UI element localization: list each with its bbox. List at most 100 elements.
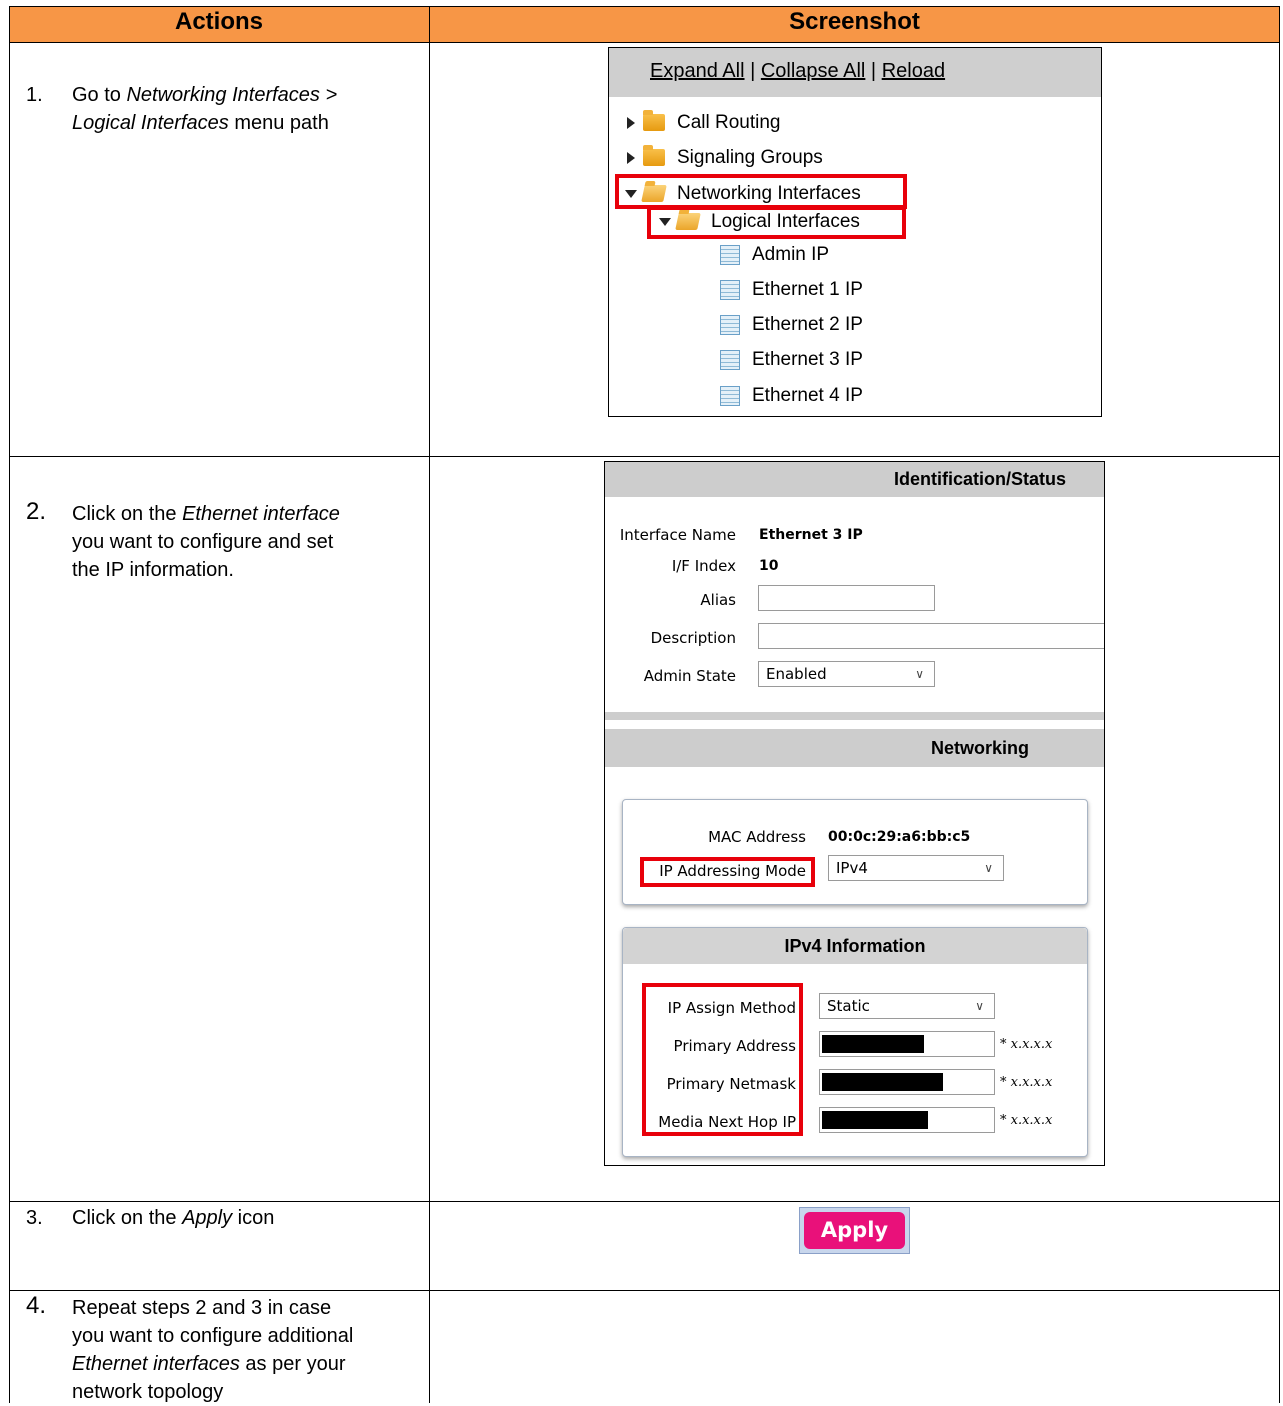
collapse-all-link[interactable]: Collapse All	[761, 60, 866, 82]
highlight-box	[642, 983, 803, 1136]
step-text: Go to Networking Interfaces > Logical In…	[72, 81, 402, 137]
tree-item-ethernet-3-ip[interactable]: Ethernet 3 IP	[720, 346, 863, 374]
tree-item-admin-ip[interactable]: Admin IP	[720, 241, 829, 269]
step-text-italic: Networking Interfaces >	[126, 84, 338, 106]
tree-item-label: Admin IP	[752, 244, 830, 265]
mac-address-label: MAC Address	[708, 828, 806, 846]
table-border-left	[9, 6, 10, 1403]
tree-item-label: Ethernet 2 IP	[752, 314, 863, 335]
expand-all-link[interactable]: Expand All	[650, 60, 745, 82]
step-text-part: network topology	[72, 1381, 224, 1403]
admin-state-select[interactable]: Enabled ∨	[758, 661, 935, 687]
interface-name-label: Interface Name	[619, 526, 736, 544]
table-divider	[9, 1201, 1280, 1202]
networking-panel: MAC Address 00:0c:29:a6:bb:c5 IP Address…	[622, 799, 1088, 905]
redacted-value	[822, 1111, 928, 1129]
section-divider	[605, 712, 1104, 720]
step-text-part: Click on the	[72, 1207, 183, 1229]
tree-item-call-routing[interactable]: Call Routing	[627, 109, 781, 137]
interface-config-form: Identification/Status Interface Name Eth…	[604, 461, 1105, 1166]
step-text: Click on the Ethernet interface you want…	[72, 500, 402, 584]
step-text: Repeat steps 2 and 3 in case you want to…	[72, 1294, 402, 1406]
tree-item-signaling-groups[interactable]: Signaling Groups	[627, 144, 823, 172]
step-text-part: you want to configure additional	[72, 1325, 354, 1347]
step-text-part: as per your	[239, 1353, 346, 1375]
step-text-part: Go to	[72, 84, 127, 106]
format-hint: * x.x.x.x	[1000, 1037, 1053, 1052]
folder-icon	[643, 145, 665, 167]
table-icon	[720, 314, 740, 335]
step-text-part: you want to configure and set	[72, 531, 334, 553]
expand-arrow-icon[interactable]	[627, 116, 635, 129]
interface-name-value: Ethernet 3 IP	[759, 527, 863, 543]
table-divider	[9, 42, 1280, 43]
ipv4-panel: IPv4 Information IP Assign Method Static…	[622, 927, 1088, 1157]
media-next-hop-ip-input[interactable]	[819, 1107, 995, 1133]
step-text-part: Click on the	[72, 503, 183, 525]
header-actions: Actions	[174, 8, 263, 35]
if-index-label: I/F Index	[671, 557, 736, 575]
description-label: Description	[650, 629, 736, 647]
description-input[interactable]	[758, 623, 1104, 649]
apply-button-label: Apply	[804, 1212, 905, 1249]
select-value: IPv4	[836, 859, 868, 877]
header-screenshot: Screenshot	[789, 8, 920, 35]
step-text-part: Repeat steps 2 and 3 in case	[72, 1297, 332, 1319]
tree-item-ethernet-1-ip[interactable]: Ethernet 1 IP	[720, 276, 863, 304]
table-divider	[9, 456, 1280, 457]
redacted-value	[822, 1073, 943, 1091]
reload-link[interactable]: Reload	[882, 60, 945, 82]
highlight-box	[647, 206, 906, 239]
tree-item-label: Signaling Groups	[677, 147, 823, 168]
link-separator: |	[870, 60, 877, 82]
tree-item-ethernet-2-ip[interactable]: Ethernet 2 IP	[720, 311, 863, 339]
column-divider	[429, 6, 430, 1403]
highlight-box	[615, 174, 907, 209]
admin-state-label: Admin State	[643, 667, 736, 685]
tree-item-label: Ethernet 3 IP	[752, 349, 863, 370]
step-number: 2.	[26, 498, 47, 525]
step-text-part: icon	[232, 1207, 275, 1229]
step-text-italic: Apply	[182, 1207, 233, 1229]
format-hint: * x.x.x.x	[1000, 1113, 1053, 1128]
table-divider	[9, 1290, 1280, 1291]
tree-item-label: Call Routing	[677, 112, 781, 133]
ip-addressing-mode-select[interactable]: IPv4 ∨	[828, 855, 1004, 881]
tree-item-ethernet-4-ip[interactable]: Ethernet 4 IP	[720, 382, 863, 410]
identification-header: Identification/Status	[605, 462, 1104, 497]
tree-item-label: Ethernet 1 IP	[752, 279, 863, 300]
if-index-value: 10	[759, 558, 779, 574]
select-value: Static	[827, 997, 870, 1015]
chevron-down-icon: ∨	[975, 999, 984, 1013]
section-title: Networking	[931, 738, 1030, 758]
primary-address-input[interactable]	[819, 1031, 995, 1057]
folder-icon	[643, 110, 665, 132]
table-icon	[720, 385, 740, 406]
section-title: Identification/Status	[894, 469, 1067, 489]
ip-assign-method-select[interactable]: Static ∨	[819, 993, 995, 1019]
alias-input[interactable]	[758, 585, 935, 611]
navigation-tree-panel: Expand All | Collapse All | Reload Call …	[608, 47, 1102, 417]
table-icon	[720, 349, 740, 370]
table-border-right	[1279, 6, 1280, 1403]
chevron-down-icon: ∨	[915, 667, 924, 681]
link-separator: |	[750, 60, 756, 82]
step-text-italic: Ethernet interface	[182, 503, 340, 525]
apply-button[interactable]: Apply	[799, 1207, 910, 1254]
step-text-part: menu path	[228, 112, 329, 134]
table-icon	[720, 244, 740, 265]
select-value: Enabled	[766, 665, 827, 683]
networking-header: Networking	[605, 729, 1104, 767]
tree-item-label: Ethernet 4 IP	[752, 385, 863, 406]
step-number: 3.	[26, 1207, 43, 1229]
tree-links: Expand All | Collapse All | Reload	[650, 60, 945, 83]
format-hint: * x.x.x.x	[1000, 1075, 1053, 1090]
expand-arrow-icon[interactable]	[627, 151, 635, 164]
primary-netmask-input[interactable]	[819, 1069, 995, 1095]
step-number: 4.	[26, 1292, 47, 1319]
table-header: Actions Screenshot	[9, 6, 1280, 42]
highlight-box	[640, 857, 815, 887]
alias-label: Alias	[700, 591, 736, 609]
step-text: Click on the Apply icon	[72, 1204, 402, 1232]
ipv4-header: IPv4 Information	[623, 928, 1087, 964]
